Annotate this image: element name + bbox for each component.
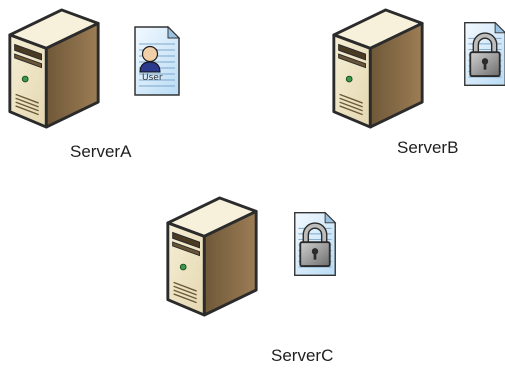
doc-user-text: User [142,73,163,83]
server-tower-icon [330,6,426,131]
locked-document-icon [462,14,505,94]
server-label: ServerA [70,142,132,161]
server-a-group: User ServerA [0,0,200,170]
server-tower-icon [164,194,260,319]
server-label: ServerC [271,346,334,365]
server-tower-icon [6,6,102,131]
server-c-group: ServerC [150,190,370,369]
server-b-group: ServerB [320,0,505,170]
user-document-icon: User [132,24,182,98]
locked-document-icon [292,204,338,284]
server-label: ServerB [397,138,459,157]
